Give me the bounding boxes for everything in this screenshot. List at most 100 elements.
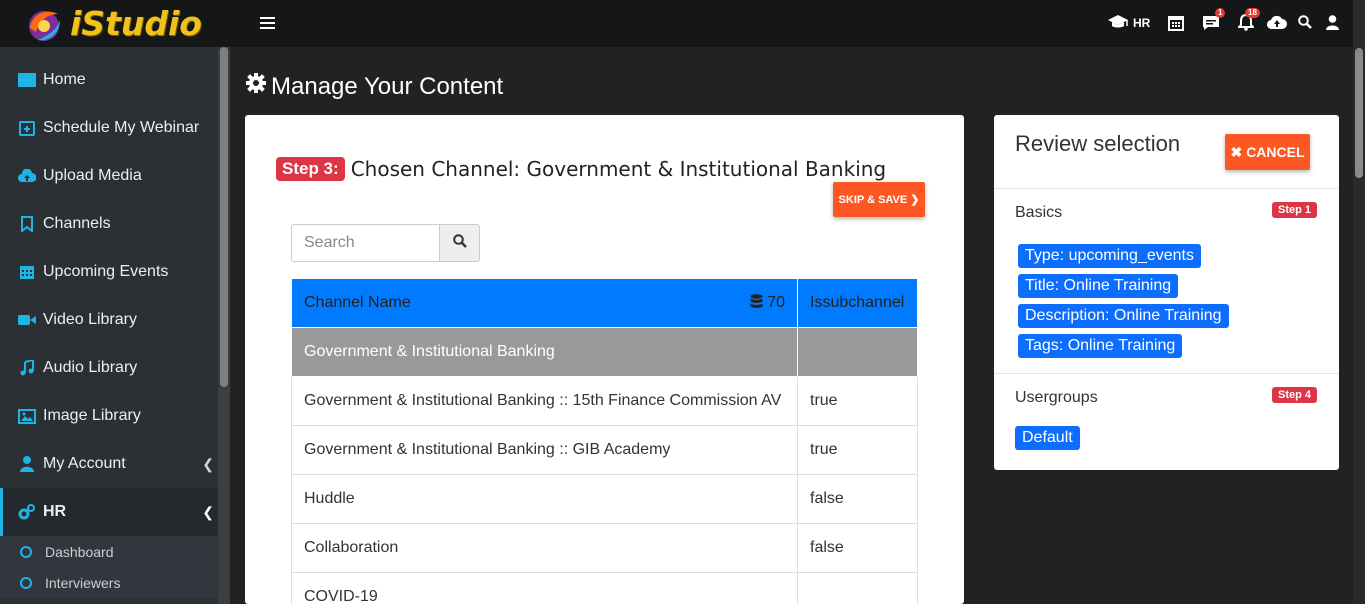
sidebar-item-upcoming-events[interactable]: Upcoming Events [0,248,218,296]
top-navbar: HR 1 18 [230,0,1365,47]
close-icon: ✖ [1230,143,1243,160]
issubchannel-cell: false [797,523,918,573]
divider [994,373,1339,374]
user-icon[interactable] [1326,15,1339,35]
sidebar-item-audio-library[interactable]: Audio Library [0,344,218,392]
channel-name-cell: Huddle [291,474,798,524]
search-icon[interactable] [1298,15,1312,34]
sidebar-item-label: Home [43,71,86,88]
sidebar-scrollbar-thumb[interactable] [220,47,228,387]
cloud-upload-icon [18,167,36,185]
sidebar-item-label: Channels [43,215,111,232]
page-title-text: Manage Your Content [271,72,504,100]
sidebar-item-label: Audio Library [43,359,138,376]
sidebar-item-label: HR [43,503,67,520]
issubchannel-cell: true [797,376,918,426]
search-input[interactable] [291,224,440,262]
bookmark-icon [18,215,36,233]
sidebar-item-label: Upcoming Events [43,263,169,280]
basics-step-badge[interactable]: Step 1 [1272,202,1318,218]
brand[interactable]: iStudio [0,0,230,47]
music-note-icon [18,359,36,377]
column-header-label: Channel Name [304,294,411,311]
cancel-button-label: CANCEL [1246,144,1305,160]
cloud-upload-icon[interactable] [1266,15,1287,35]
sidebar-nav: Home Schedule My Webinar Upload Media Ch… [0,56,218,598]
step-badge: Step 3: [276,157,345,181]
sidebar-item-channels[interactable]: Channels [0,200,218,248]
usergroups-step-badge[interactable]: Step 4 [1272,387,1318,403]
selection-chip: Title: Online Training [1018,274,1179,298]
skip-and-save-button[interactable]: SKIP & SAVE ❯ [833,182,925,217]
table-group-row[interactable]: Government & Institutional Banking [291,327,918,377]
selection-chip: Description: Online Training [1018,304,1229,328]
sidebar-item-my-account[interactable]: My Account ❮ [0,440,218,488]
hamburger-menu-icon[interactable] [260,17,275,30]
chevron-left-icon: ❮ [202,456,214,472]
user-icon [18,455,36,473]
table-row[interactable]: Collaboration false [291,523,918,573]
sidebar-item-image-library[interactable]: Image Library [0,392,218,440]
issubchannel-cell [797,572,918,604]
chat-icon[interactable] [1202,15,1220,36]
calendar-icon [18,263,36,281]
channel-name-cell: Government & Institutional Banking :: 15… [291,376,798,426]
channels-table: Channel Name 70 Issubchannel Government … [291,278,918,604]
page-title: Manage Your Content [245,72,503,101]
hr-submenu: Dashboard Interviewers [0,536,218,598]
page-scrollbar[interactable] [1353,0,1365,604]
channel-selection-card: Step 3: Chosen Channel: Government & Ins… [245,115,964,604]
circle-icon [20,545,32,558]
sidebar-item-home[interactable]: Home [0,56,218,104]
channel-count-value: 70 [767,294,785,311]
step-title: Chosen Channel: Government & Institution… [350,157,887,181]
sidebar-item-video-library[interactable]: Video Library [0,296,218,344]
sidebar-item-upload-media[interactable]: Upload Media [0,152,218,200]
column-header-issubchannel[interactable]: Issubchannel [797,278,918,328]
sidebar-item-hr[interactable]: HR ❮ [0,488,218,536]
sidebar-item-label: Schedule My Webinar [43,119,200,136]
video-camera-icon [18,311,36,329]
chevron-left-icon: ❮ [202,504,214,520]
divider [994,188,1339,189]
group-cell [797,327,918,377]
sidebar-item-label: My Account [43,455,126,472]
table-row[interactable]: Government & Institutional Banking :: 15… [291,376,918,426]
review-selection-card: Review selection ✖ CANCEL Basics Step 1 … [994,115,1339,470]
istudio-logo-icon [22,2,66,46]
step-heading: Step 3: Chosen Channel: Government & Ins… [276,157,886,181]
sub-item-interviewers[interactable]: Interviewers [0,567,218,598]
table-header-row: Channel Name 70 Issubchannel [291,278,918,328]
review-title: Review selection [1015,131,1181,156]
notifications-badge: 18 [1245,8,1260,18]
column-header-channel-name[interactable]: Channel Name 70 [291,278,798,328]
image-icon [18,407,36,425]
table-row[interactable]: COVID-19 [291,572,918,604]
role-label[interactable]: HR [1133,16,1150,30]
sub-item-dashboard[interactable]: Dashboard [0,536,218,567]
table-row[interactable]: Huddle false [291,474,918,524]
sidebar-item-label: Image Library [43,407,141,424]
sidebar-item-schedule-webinar[interactable]: Schedule My Webinar [0,104,218,152]
sub-item-label: Dashboard [45,543,114,560]
cancel-button[interactable]: ✖ CANCEL [1225,134,1310,170]
basics-label: Basics [1015,204,1063,221]
channel-name-cell: COVID-19 [291,572,798,604]
calendar-plus-icon [18,119,36,137]
calendar-icon[interactable] [1168,14,1184,36]
page-scrollbar-thumb[interactable] [1355,48,1363,178]
selection-chip: Tags: Online Training [1018,334,1183,358]
usergroup-chip: Default [1015,426,1080,450]
graduation-cap-icon[interactable] [1108,15,1128,35]
search-icon [452,233,467,253]
search-button[interactable] [440,224,480,262]
table-row[interactable]: Government & Institutional Banking :: GI… [291,425,918,475]
database-icon [750,294,767,311]
sidebar-item-label: Video Library [43,311,137,328]
sidebar-item-label: Upload Media [43,167,142,184]
gears-icon [18,503,36,521]
selection-chip: Type: upcoming_events [1018,244,1201,268]
sidebar-scrollbar[interactable] [218,47,230,604]
gear-icon [245,72,267,101]
usergroups-label: Usergroups [1015,389,1098,406]
